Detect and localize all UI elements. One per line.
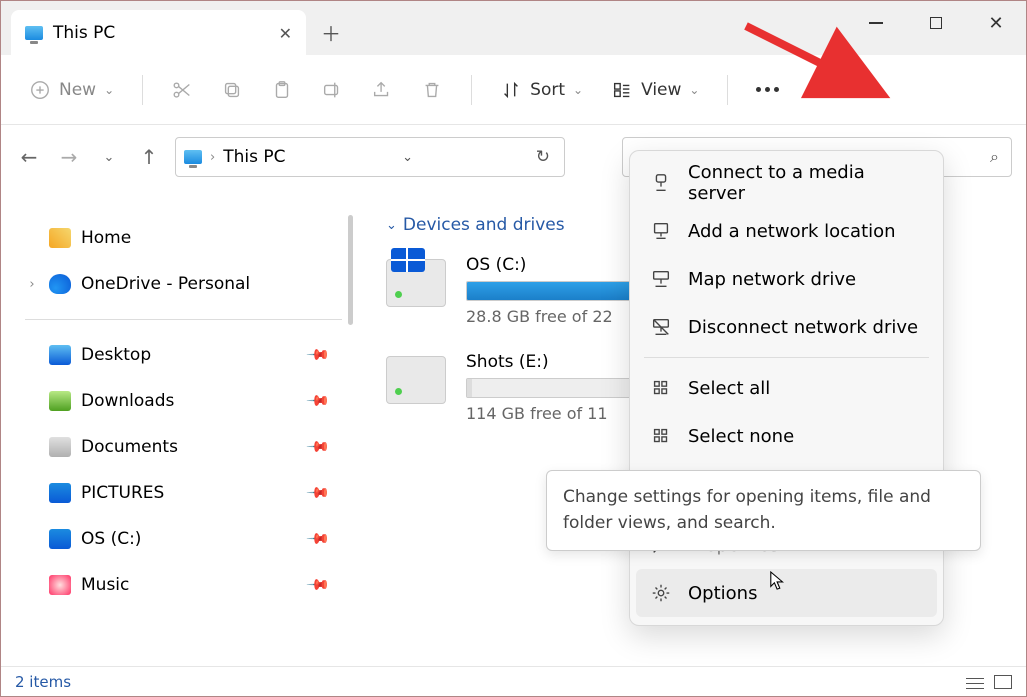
sidebar-item-os-drive[interactable]: OS (C:)📌 bbox=[25, 516, 342, 562]
menu-add-network-location[interactable]: Add a network location bbox=[636, 207, 937, 255]
tooltip: Change settings for opening items, file … bbox=[546, 470, 981, 551]
select-all-icon bbox=[650, 377, 672, 399]
pin-icon[interactable]: 📌 bbox=[306, 526, 332, 552]
sidebar-item-home[interactable]: Home bbox=[25, 215, 342, 261]
home-icon bbox=[49, 228, 71, 248]
pictures-icon bbox=[49, 483, 71, 503]
chevron-right-icon: › bbox=[210, 150, 215, 165]
recent-locations-button[interactable]: ⌄ bbox=[95, 150, 123, 165]
copy-button[interactable] bbox=[211, 70, 253, 110]
drive-icon bbox=[49, 529, 71, 549]
search-icon: ⌕ bbox=[990, 147, 999, 167]
desktop-icon bbox=[49, 345, 71, 365]
gear-icon bbox=[650, 582, 672, 604]
maximize-button[interactable] bbox=[906, 1, 966, 45]
menu-select-all[interactable]: Select all bbox=[636, 364, 937, 412]
chevron-down-icon: ⌄ bbox=[386, 218, 397, 233]
menu-select-none[interactable]: Select none bbox=[636, 412, 937, 460]
rename-button[interactable] bbox=[311, 70, 353, 110]
close-window-button[interactable]: ✕ bbox=[966, 1, 1026, 45]
media-server-icon bbox=[650, 172, 672, 194]
menu-disconnect-network-drive[interactable]: Disconnect network drive bbox=[636, 303, 937, 351]
tab-close-icon[interactable]: ✕ bbox=[279, 24, 292, 43]
back-button[interactable]: ← bbox=[15, 145, 43, 169]
delete-button[interactable] bbox=[411, 70, 453, 110]
share-icon bbox=[371, 79, 393, 101]
sort-button[interactable]: Sort ⌄ bbox=[490, 70, 593, 110]
titlebar: This PC ✕ ＋ ✕ bbox=[1, 0, 1026, 55]
onedrive-icon bbox=[49, 274, 71, 294]
map-drive-icon bbox=[650, 268, 672, 290]
trash-icon bbox=[421, 79, 443, 101]
select-none-icon bbox=[650, 425, 672, 447]
pin-icon[interactable]: 📌 bbox=[306, 480, 332, 506]
chevron-down-icon: ⌄ bbox=[104, 83, 114, 97]
sidebar-item-documents[interactable]: Documents📌 bbox=[25, 424, 342, 470]
refresh-button[interactable]: ↻ bbox=[530, 147, 556, 167]
details-view-button[interactable] bbox=[966, 675, 984, 689]
up-button[interactable]: ↑ bbox=[135, 145, 163, 169]
chevron-down-icon: ⌄ bbox=[573, 83, 583, 97]
view-button[interactable]: View ⌄ bbox=[601, 70, 709, 110]
navigation-pane: Home › OneDrive - Personal Desktop📌 Down… bbox=[1, 185, 356, 666]
chevron-right-icon[interactable]: › bbox=[25, 277, 39, 292]
sidebar-item-music[interactable]: Music📌 bbox=[25, 562, 342, 608]
minimize-button[interactable] bbox=[846, 1, 906, 45]
drive-icon bbox=[386, 356, 446, 404]
monitor-icon bbox=[25, 26, 43, 40]
pin-icon[interactable]: 📌 bbox=[306, 434, 332, 460]
address-bar[interactable]: › This PC ⌄ ↻ bbox=[175, 137, 565, 177]
documents-icon bbox=[49, 437, 71, 457]
sidebar-item-desktop[interactable]: Desktop📌 bbox=[25, 332, 342, 378]
new-tab-button[interactable]: ＋ bbox=[306, 9, 356, 55]
menu-connect-media-server[interactable]: Connect to a media server bbox=[636, 159, 937, 207]
copy-icon bbox=[221, 79, 243, 101]
tiles-view-button[interactable] bbox=[994, 675, 1012, 689]
chevron-down-icon: ⌄ bbox=[689, 83, 699, 97]
cut-button[interactable] bbox=[161, 70, 203, 110]
music-icon bbox=[49, 575, 71, 595]
sidebar-item-onedrive[interactable]: › OneDrive - Personal bbox=[25, 261, 342, 307]
sort-icon bbox=[500, 79, 522, 101]
disconnect-drive-icon bbox=[650, 316, 672, 338]
rename-icon bbox=[321, 79, 343, 101]
drive-icon bbox=[386, 259, 446, 307]
tab-title: This PC bbox=[53, 23, 115, 43]
share-button[interactable] bbox=[361, 70, 403, 110]
chevron-down-icon[interactable]: ⌄ bbox=[402, 150, 413, 165]
breadcrumb[interactable]: This PC bbox=[223, 147, 285, 167]
mouse-cursor bbox=[769, 570, 787, 592]
pin-icon[interactable]: 📌 bbox=[306, 342, 332, 368]
clipboard-icon bbox=[271, 79, 293, 101]
more-menu: Connect to a media server Add a network … bbox=[629, 150, 944, 626]
paste-button[interactable] bbox=[261, 70, 303, 110]
more-icon bbox=[756, 87, 779, 92]
pin-icon[interactable]: 📌 bbox=[306, 388, 332, 414]
new-button[interactable]: New ⌄ bbox=[19, 70, 124, 110]
tab-this-pc[interactable]: This PC ✕ bbox=[11, 10, 306, 56]
network-location-icon bbox=[650, 220, 672, 242]
more-button[interactable] bbox=[746, 70, 789, 110]
sidebar-item-downloads[interactable]: Downloads📌 bbox=[25, 378, 342, 424]
toolbar: New ⌄ Sort ⌄ View ⌄ bbox=[1, 55, 1026, 125]
scissors-icon bbox=[171, 79, 193, 101]
downloads-icon bbox=[49, 391, 71, 411]
sidebar-item-pictures[interactable]: PICTURES📌 bbox=[25, 470, 342, 516]
monitor-icon bbox=[184, 150, 202, 164]
forward-button[interactable]: → bbox=[55, 145, 83, 169]
pin-icon[interactable]: 📌 bbox=[306, 572, 332, 598]
window-controls: ✕ bbox=[846, 1, 1026, 45]
item-count: 2 items bbox=[15, 673, 71, 691]
scrollbar-thumb[interactable] bbox=[348, 215, 353, 325]
status-bar: 2 items bbox=[1, 666, 1026, 696]
view-icon bbox=[611, 79, 633, 101]
plus-circle-icon bbox=[29, 79, 51, 101]
menu-map-network-drive[interactable]: Map network drive bbox=[636, 255, 937, 303]
